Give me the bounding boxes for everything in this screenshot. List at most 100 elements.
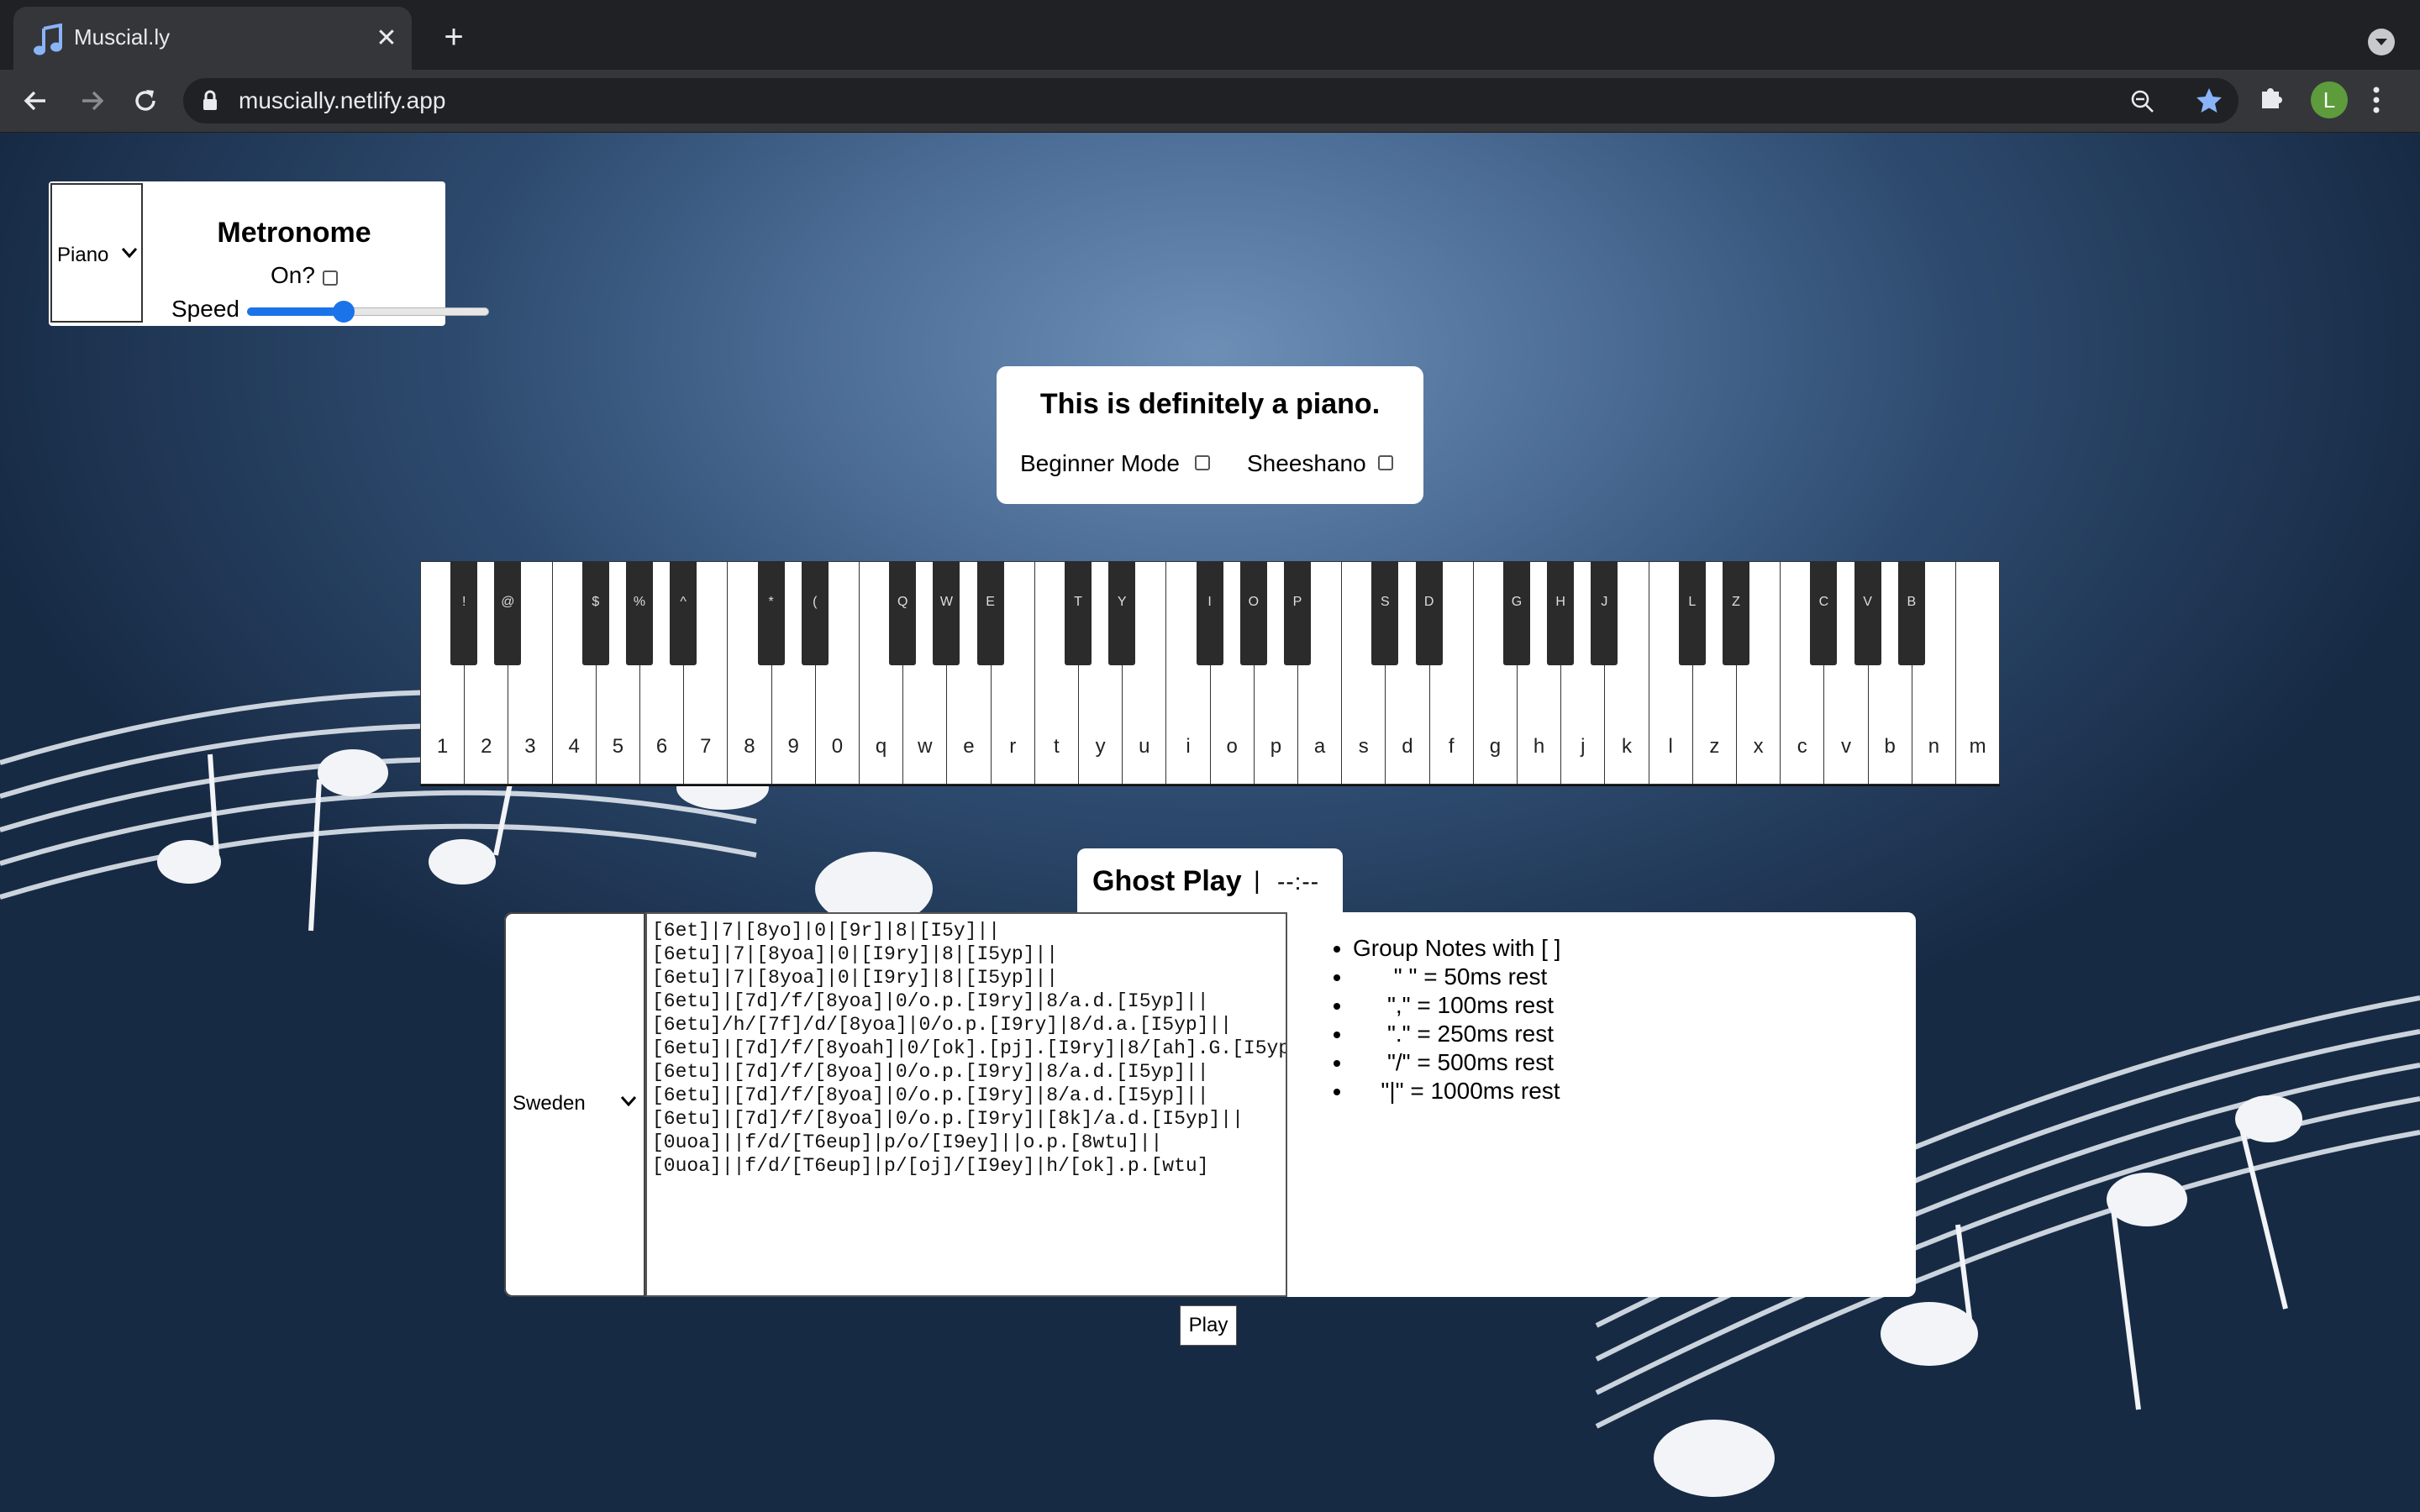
black-key[interactable]: D [1415, 561, 1443, 665]
white-key[interactable]: m [1955, 561, 2001, 785]
instrument-select[interactable]: Piano [50, 183, 143, 323]
black-key[interactable]: W [933, 561, 960, 665]
black-key[interactable]: ( [801, 561, 829, 665]
black-key[interactable]: O [1239, 561, 1267, 665]
white-key-label: x [1753, 735, 1764, 758]
browser-tab[interactable]: Muscial.ly ✕ [13, 7, 412, 70]
white-key-label: 9 [787, 735, 799, 758]
song-sheet-line: [6etu]|[7d]/f/[8yoa]|0/o.p.[I9ry]|[8k]/a… [652, 1108, 1244, 1130]
white-key-label: f [1448, 735, 1455, 758]
metronome-on-checkbox[interactable] [323, 270, 338, 286]
black-key[interactable]: E [976, 561, 1004, 665]
black-key[interactable]: B [1897, 561, 1925, 665]
beginner-mode-checkbox[interactable] [1195, 455, 1210, 470]
white-key-label: r [1009, 735, 1017, 758]
sheeshano-label: Sheeshano [1247, 450, 1366, 476]
white-key-label: 0 [831, 735, 844, 758]
black-key-label: S [1381, 595, 1390, 609]
black-key[interactable]: Y [1108, 561, 1136, 665]
ghost-play-panel: Sweden [6et]|7|[8yo]|0|[9r]|8|[I5y]|| [6e… [504, 912, 1916, 1297]
black-key-label: Z [1732, 595, 1740, 609]
black-key-label: H [1555, 595, 1565, 609]
tab-search-icon[interactable] [2368, 29, 2395, 55]
zoom-out-icon[interactable] [2129, 88, 2156, 115]
white-key-label: j [1581, 735, 1586, 758]
url-text[interactable]: muscially.netlify.app [239, 87, 445, 115]
song-select[interactable]: Sweden [504, 912, 645, 1297]
bookmark-star-icon[interactable] [2195, 87, 2223, 115]
white-key-label: o [1226, 735, 1238, 758]
sheeshano-checkbox[interactable] [1378, 455, 1393, 470]
black-key-label: C [1818, 595, 1829, 609]
black-key[interactable]: V [1854, 561, 1881, 665]
white-key-label: 3 [524, 735, 536, 758]
black-key-label: T [1074, 595, 1082, 609]
tab-strip: Muscial.ly ✕ + [0, 0, 2420, 70]
white-key-label: u [1139, 735, 1150, 758]
black-key[interactable]: H [1547, 561, 1575, 665]
song-sheet-line: [6etu]|[7d]/f/[8yoa]|0/o.p.[I9ry]|8/a.d.… [652, 990, 1209, 1012]
extensions-puzzle-icon[interactable] [2257, 81, 2287, 112]
song-sheet-line: [0uoa]||f/d/[T6eup]|p/[oj]/[I9ey]|h/[ok]… [652, 1155, 1209, 1177]
song-sheet-line: [6etu]|[7d]/f/[8yoa]|0/o.p.[I9ry]|8/a.d.… [652, 1061, 1209, 1083]
black-key-label: ^ [680, 595, 687, 609]
black-key[interactable]: Z [1723, 561, 1749, 665]
white-key-label: g [1489, 735, 1502, 758]
black-key[interactable]: J [1591, 561, 1618, 665]
black-key-label: B [1907, 595, 1917, 609]
black-key[interactable]: % [626, 561, 653, 665]
new-tab-icon[interactable]: + [437, 20, 471, 55]
black-key-label: * [768, 595, 774, 609]
metronome-panel: Piano Metronome On? Speed [49, 181, 489, 326]
song-sheet-line: [0uoa]||f/d/[T6eup]|p/o/[I9ey]||o.p.[8wt… [652, 1131, 1163, 1153]
metronome-on-label: On? [271, 262, 315, 288]
speed-slider[interactable] [247, 299, 489, 323]
white-key-label: s [1358, 735, 1369, 758]
black-key-label: W [939, 595, 953, 609]
black-key-label: E [986, 595, 995, 609]
white-key-label: b [1884, 735, 1896, 758]
white-key-label: m [1969, 735, 1986, 758]
song-sheet-textarea[interactable]: [6et]|7|[8yo]|0|[9r]|8|[I5y]|| [6etu]|7|[… [645, 912, 1287, 1297]
white-key-label: y [1095, 735, 1106, 758]
black-key-label: ! [461, 595, 466, 609]
rest-help-item: " " = 50ms rest [1353, 963, 1597, 991]
black-key[interactable]: @ [494, 561, 522, 665]
lock-icon[interactable] [202, 90, 218, 112]
black-key[interactable]: ! [450, 561, 478, 665]
song-sheet-line: [6etu]|[7d]/f/[8yoa]|0/o.p.[I9ry]|8/a.d.… [652, 1084, 1209, 1106]
address-bar[interactable]: muscially.netlify.app [183, 78, 2238, 123]
black-key[interactable]: C [1810, 561, 1838, 665]
black-key[interactable]: $ [581, 561, 609, 665]
more-menu-icon[interactable] [2371, 83, 2381, 117]
black-key[interactable]: S [1371, 561, 1399, 665]
forward-arrow-icon[interactable] [72, 81, 111, 120]
black-key[interactable]: * [757, 561, 785, 665]
play-button[interactable]: Play [1180, 1305, 1237, 1346]
black-key[interactable]: P [1284, 561, 1311, 665]
black-key[interactable]: ^ [670, 561, 697, 665]
white-key-label: d [1402, 735, 1413, 758]
back-arrow-icon[interactable] [17, 81, 55, 120]
black-key[interactable]: G [1503, 561, 1530, 665]
profile-avatar[interactable]: L [2311, 81, 2348, 118]
speed-slider-fill [247, 307, 345, 316]
white-key-label: 2 [481, 735, 492, 758]
chevron-down-icon [620, 1096, 637, 1107]
reload-icon[interactable] [126, 81, 165, 120]
song-sheet-line: [6etu]|7|[8yoa]|0|[I9ry]|8|[I5yp]|| [652, 967, 1059, 989]
rest-help-item: "." = 250ms rest [1353, 1020, 1597, 1048]
black-key-label: $ [592, 595, 600, 609]
rest-help-item: "," = 100ms rest [1353, 991, 1597, 1020]
song-sheet-line: [6etu]|7|[8yoa]|0|[I9ry]|8|[I5yp]|| [652, 943, 1059, 965]
speed-slider-thumb[interactable] [333, 301, 355, 323]
black-key[interactable]: I [1196, 561, 1223, 665]
black-key[interactable]: Q [889, 561, 917, 665]
black-key-label: P [1292, 595, 1302, 609]
black-key[interactable]: L [1678, 561, 1706, 665]
black-key-label: @ [501, 595, 515, 609]
page-content: Piano Metronome On? Speed This is defini… [0, 133, 2420, 1512]
black-key[interactable]: T [1065, 561, 1092, 665]
close-tab-icon[interactable]: ✕ [371, 24, 402, 54]
instrument-select-value: Piano [57, 244, 109, 266]
